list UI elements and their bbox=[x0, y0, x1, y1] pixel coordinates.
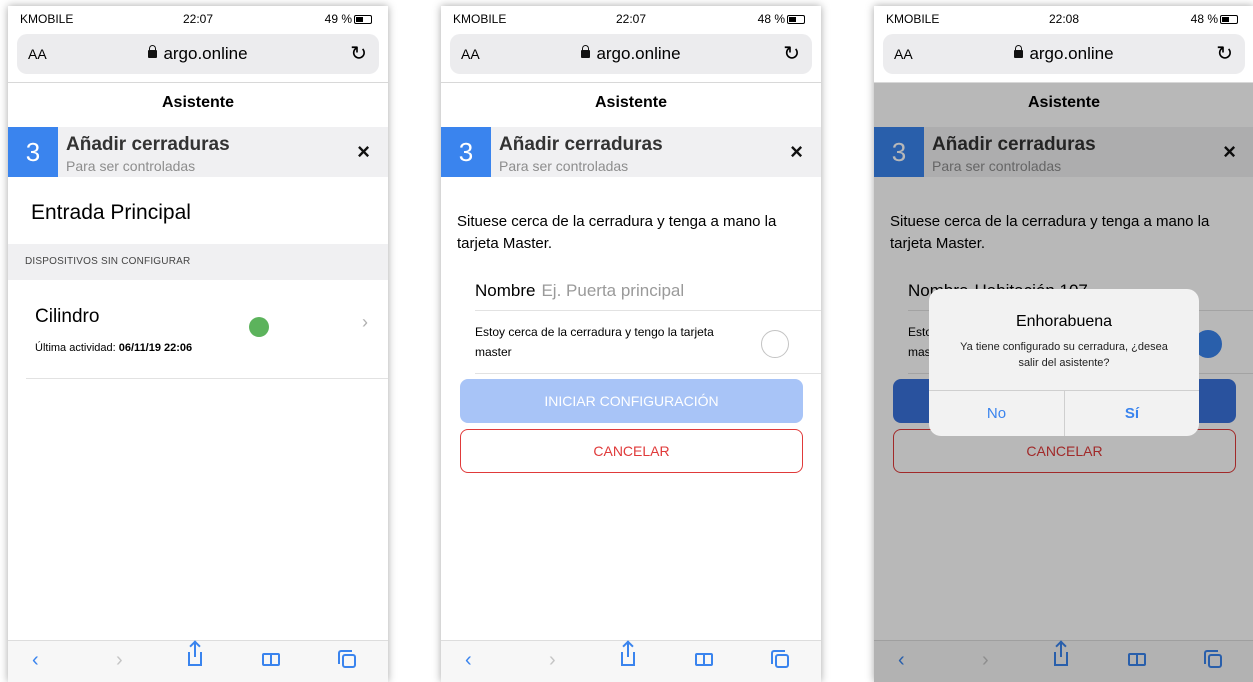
step-subtitle: Para ser controladas bbox=[499, 158, 629, 174]
dialog-yes-button[interactable]: Sí bbox=[1065, 391, 1199, 436]
url-text[interactable]: argo.online bbox=[450, 44, 812, 64]
step-number: 3 bbox=[441, 127, 491, 177]
lock-icon bbox=[148, 45, 158, 58]
divider bbox=[475, 310, 821, 311]
battery-icon bbox=[1220, 15, 1238, 24]
name-label: Nombre bbox=[475, 281, 536, 300]
reload-icon[interactable]: ↻ bbox=[350, 41, 367, 66]
battery-icon bbox=[354, 15, 372, 24]
proximity-check-label: Estoy cerca de la cerradura y tengo la t… bbox=[475, 325, 714, 359]
start-config-button[interactable]: INICIAR CONFIGURACIÓN bbox=[460, 379, 803, 423]
url-value: argo.online bbox=[1029, 44, 1114, 63]
step-subtitle: Para ser controladas bbox=[66, 158, 196, 174]
divider bbox=[26, 378, 388, 379]
bookmarks-icon[interactable] bbox=[262, 649, 280, 672]
url-value: argo.online bbox=[163, 44, 248, 63]
step-header: 3 Añadir cerraduras Para ser controladas… bbox=[441, 127, 821, 177]
proximity-checkbox[interactable] bbox=[761, 330, 789, 358]
reload-icon[interactable]: ↻ bbox=[1216, 41, 1233, 66]
battery-indicator: 48 % bbox=[758, 12, 805, 26]
battery-indicator: 49 % bbox=[325, 12, 372, 26]
activity-value: 06/11/19 22:06 bbox=[118, 342, 193, 354]
cancel-button[interactable]: CANCELAR bbox=[460, 429, 803, 473]
back-icon[interactable]: ‹ bbox=[465, 649, 472, 672]
battery-icon bbox=[787, 15, 805, 24]
address-bar[interactable]: AA argo.online ↻ bbox=[883, 34, 1245, 74]
share-icon[interactable] bbox=[188, 643, 202, 672]
activity-label: Última actividad: bbox=[35, 342, 116, 354]
close-icon[interactable]: × bbox=[357, 139, 370, 165]
forward-icon[interactable]: › bbox=[549, 649, 556, 672]
tabs-icon[interactable] bbox=[771, 649, 789, 672]
divider bbox=[441, 82, 821, 83]
status-bar: KMOBILE 22:07 48 % bbox=[441, 6, 821, 32]
url-text[interactable]: argo.online bbox=[883, 44, 1245, 64]
lock-icon bbox=[581, 45, 591, 58]
dialog-title: Enhorabuena bbox=[1015, 313, 1113, 330]
step-title: Añadir cerraduras bbox=[66, 134, 230, 155]
dialog-no-button[interactable]: No bbox=[929, 391, 1064, 436]
forward-icon[interactable]: › bbox=[116, 649, 123, 672]
name-input-placeholder[interactable]: Ej. Puerta principal bbox=[541, 281, 684, 300]
status-dot-icon bbox=[249, 317, 269, 337]
share-icon[interactable] bbox=[621, 643, 635, 672]
section-header: DISPOSITIVOS SIN CONFIGURAR bbox=[8, 244, 388, 280]
instructions-text: Situese cerca de la cerradura y tenga a … bbox=[457, 213, 777, 252]
page-title: Asistente bbox=[594, 94, 668, 111]
status-bar: KMOBILE 22:08 48 % bbox=[874, 6, 1253, 32]
list-item-device[interactable]: Cilindro Última actividad: 06/11/19 22:0… bbox=[8, 298, 388, 380]
phone-screen-dialog: KMOBILE 22:08 48 % AA argo.online ↻ Asis… bbox=[874, 6, 1253, 682]
url-value: argo.online bbox=[596, 44, 681, 63]
lock-icon bbox=[1014, 45, 1024, 58]
bookmarks-icon[interactable] bbox=[695, 649, 713, 672]
name-field[interactable]: Nombre Ej. Puerta principal bbox=[475, 281, 684, 301]
device-activity: Última actividad: 06/11/19 22:06 bbox=[35, 342, 192, 354]
tabs-icon[interactable] bbox=[338, 649, 356, 672]
battery-percent: 48 % bbox=[1190, 12, 1218, 26]
step-number: 3 bbox=[8, 127, 58, 177]
chevron-right-icon: › bbox=[362, 312, 368, 332]
location-name: Entrada Principal bbox=[31, 201, 191, 224]
address-bar[interactable]: AA argo.online ↻ bbox=[17, 34, 379, 74]
step-title: Añadir cerraduras bbox=[499, 134, 663, 155]
url-text[interactable]: argo.online bbox=[17, 44, 379, 64]
battery-percent: 48 % bbox=[757, 12, 785, 26]
divider bbox=[8, 82, 388, 83]
step-header: 3 Añadir cerraduras Para ser controladas… bbox=[8, 127, 388, 177]
device-name: Cilindro bbox=[35, 306, 100, 327]
back-icon[interactable]: ‹ bbox=[32, 649, 39, 672]
phone-screen-form: KMOBILE 22:07 48 % AA argo.online ↻ Asis… bbox=[441, 6, 821, 682]
dialog-message: Ya tiene configurado su cerradura, ¿dese… bbox=[960, 341, 1168, 369]
browser-toolbar: ‹ › bbox=[441, 640, 821, 682]
battery-percent: 49 % bbox=[324, 12, 352, 26]
divider bbox=[475, 373, 821, 374]
reload-icon[interactable]: ↻ bbox=[783, 41, 800, 66]
phone-screen-devices: KMOBILE 22:07 49 % AA argo.online ↻ Asis… bbox=[8, 6, 388, 682]
browser-toolbar: ‹ › bbox=[8, 640, 388, 682]
success-dialog: Enhorabuena Ya tiene configurado su cerr… bbox=[929, 289, 1199, 436]
battery-indicator: 48 % bbox=[1191, 12, 1238, 26]
close-icon[interactable]: × bbox=[790, 139, 803, 165]
page-title: Asistente bbox=[161, 94, 235, 111]
address-bar[interactable]: AA argo.online ↻ bbox=[450, 34, 812, 74]
status-bar: KMOBILE 22:07 49 % bbox=[8, 6, 388, 32]
